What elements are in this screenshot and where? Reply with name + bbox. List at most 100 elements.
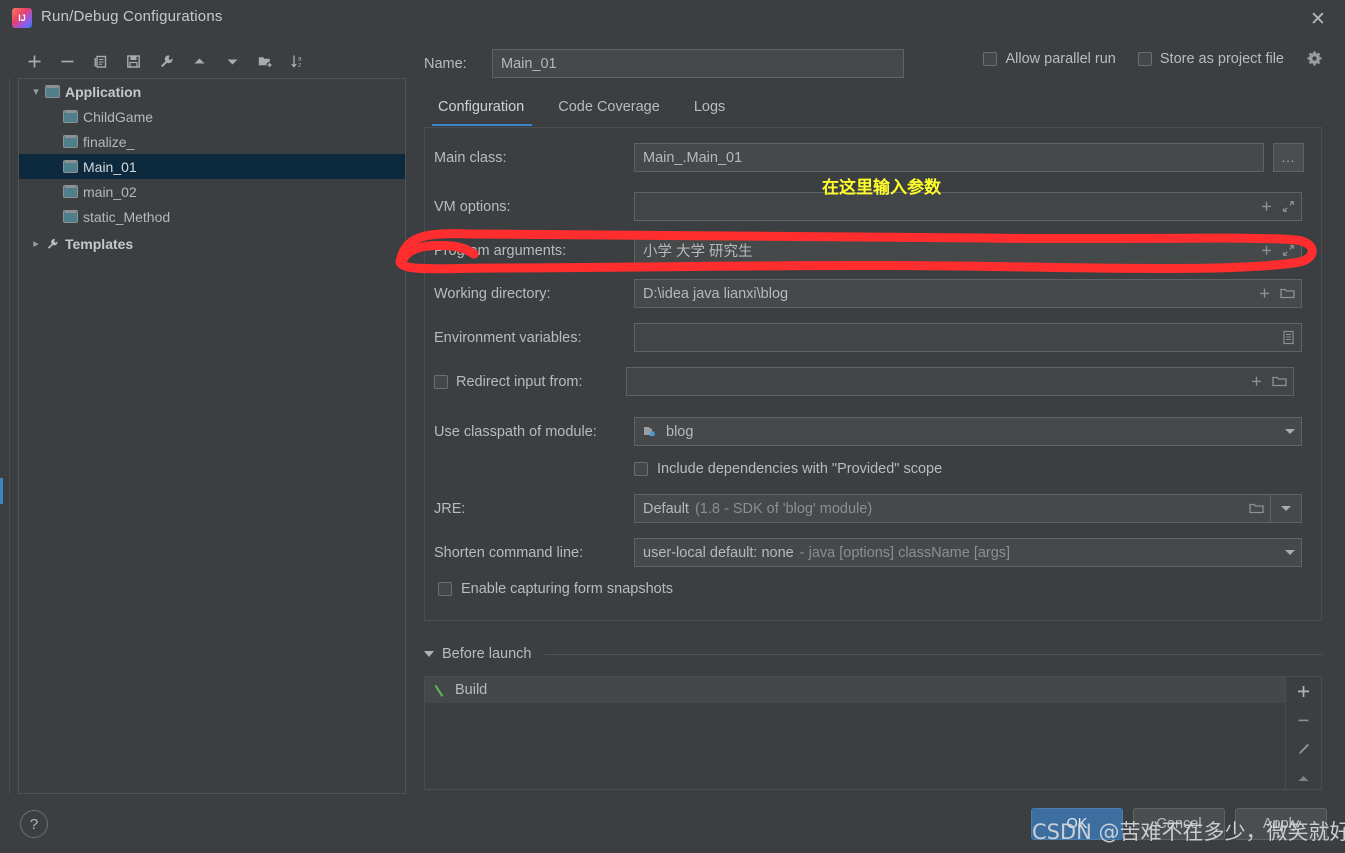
program-arguments-row: Program arguments: 小学 大学 研究生 — [434, 236, 1302, 265]
gear-icon[interactable] — [1306, 50, 1323, 67]
tree-node-finalize[interactable]: finalize_ — [19, 129, 405, 154]
new-folder-button[interactable] — [249, 47, 282, 75]
working-directory-value: D:\idea java lianxi\blog — [643, 286, 788, 302]
before-launch-header[interactable]: Before launch — [424, 646, 1322, 662]
redirect-input-checkbox[interactable]: Redirect input from: — [434, 374, 634, 390]
jre-row: JRE: Default (1.8 - SDK of 'blog' module… — [434, 494, 1302, 523]
redirect-input-field[interactable] — [626, 367, 1294, 396]
chevron-down-icon[interactable] — [1285, 550, 1295, 555]
tree-node-static-method[interactable]: static_Method — [19, 204, 405, 229]
tree-node-label: main_02 — [83, 184, 137, 200]
shorten-command-line-hint: - java [options] className [args] — [800, 545, 1010, 561]
chevron-right-icon[interactable]: ▸ — [27, 237, 45, 250]
close-icon[interactable]: ✕ — [1305, 6, 1331, 32]
working-directory-input[interactable]: D:\idea java lianxi\blog — [634, 279, 1302, 308]
plus-icon[interactable] — [1260, 244, 1273, 257]
expand-icon[interactable] — [1282, 244, 1295, 257]
include-provided-checkbox[interactable]: Include dependencies with "Provided" sco… — [634, 461, 942, 477]
checkbox-box — [1138, 52, 1152, 66]
name-label: Name: — [424, 56, 492, 72]
expand-icon[interactable] — [1282, 200, 1295, 213]
tree-node-label: Main_01 — [83, 159, 137, 175]
copy-configuration-button[interactable] — [84, 47, 117, 75]
plus-icon[interactable] — [1260, 200, 1273, 213]
tree-node-application[interactable]: ▾ Application — [19, 79, 405, 104]
vm-options-input[interactable] — [634, 192, 1302, 221]
form-snapshots-label: Enable capturing form snapshots — [461, 581, 673, 597]
allow-parallel-run-label: Allow parallel run — [1005, 51, 1115, 67]
shorten-command-line-dropdown[interactable]: user-local default: none - java [options… — [634, 538, 1302, 567]
divider — [545, 654, 1322, 655]
tree-node-label: finalize_ — [83, 134, 134, 150]
jre-input[interactable]: Default (1.8 - SDK of 'blog' module) — [634, 494, 1271, 523]
plus-icon[interactable] — [1250, 375, 1263, 388]
list-icon[interactable] — [1282, 330, 1295, 345]
edit-templates-button[interactable] — [150, 47, 183, 75]
plus-icon[interactable] — [1258, 287, 1271, 300]
main-class-value: Main_.Main_01 — [643, 150, 742, 166]
top-options: Allow parallel run Store as project file — [983, 50, 1323, 67]
tree-node-main-02[interactable]: main_02 — [19, 179, 405, 204]
chevron-down-icon[interactable] — [424, 651, 434, 657]
program-arguments-input[interactable]: 小学 大学 研究生 — [634, 236, 1302, 265]
move-task-up-button[interactable] — [1291, 769, 1317, 789]
tab-label: Logs — [694, 99, 725, 115]
before-launch-list[interactable]: Build — [424, 676, 1286, 790]
window-title: Run/Debug Configurations — [41, 8, 223, 25]
remove-task-button[interactable] — [1291, 710, 1317, 730]
main-class-browse-button[interactable]: ... — [1273, 143, 1304, 172]
build-hammer-icon — [433, 683, 447, 698]
name-input[interactable] — [492, 49, 904, 78]
application-icon — [63, 160, 78, 173]
help-button[interactable]: ? — [20, 810, 48, 838]
add-task-button[interactable] — [1291, 681, 1317, 701]
save-configuration-button[interactable] — [117, 47, 150, 75]
environment-variables-label: Environment variables: — [434, 330, 634, 346]
shorten-command-line-row: Shorten command line: user-local default… — [434, 538, 1302, 567]
tree-node-label: static_Method — [83, 209, 170, 225]
folder-icon[interactable] — [1272, 375, 1287, 388]
main-class-input[interactable]: Main_.Main_01 — [634, 143, 1264, 172]
application-icon — [63, 135, 78, 148]
environment-variables-row: Environment variables: — [434, 323, 1302, 352]
tree-node-childgame[interactable]: ChildGame — [19, 104, 405, 129]
store-as-project-file-checkbox[interactable]: Store as project file — [1138, 51, 1284, 67]
module-icon — [643, 425, 659, 439]
folder-icon[interactable] — [1249, 502, 1264, 515]
edit-task-button[interactable] — [1291, 740, 1317, 760]
environment-variables-input[interactable] — [634, 323, 1302, 352]
title-bar: IJ Run/Debug Configurations ✕ — [0, 0, 1345, 37]
store-as-project-file-label: Store as project file — [1160, 51, 1284, 67]
tab-code-coverage[interactable]: Code Coverage — [544, 95, 680, 125]
application-icon — [63, 185, 78, 198]
configurations-tree[interactable]: ▾ Application ChildGame finalize_ Main_0… — [18, 78, 406, 794]
sort-alphabetically-button[interactable]: az — [282, 47, 315, 75]
jre-dropdown-button[interactable] — [1271, 494, 1302, 523]
form-snapshots-checkbox[interactable]: Enable capturing form snapshots — [438, 581, 673, 597]
program-arguments-label: Program arguments: — [434, 243, 634, 259]
chevron-down-icon[interactable] — [1285, 429, 1295, 434]
classpath-module-row: Use classpath of module: blog — [434, 417, 1302, 446]
allow-parallel-run-checkbox[interactable]: Allow parallel run — [983, 51, 1115, 67]
tab-logs[interactable]: Logs — [680, 95, 745, 125]
intellij-idea-icon: IJ — [12, 8, 32, 28]
application-icon — [63, 210, 78, 223]
include-provided-label: Include dependencies with "Provided" sco… — [657, 461, 942, 477]
name-row: Name: — [424, 49, 904, 78]
vm-options-label: VM options: — [434, 199, 634, 215]
tree-node-templates[interactable]: ▸ Templates — [19, 231, 405, 256]
remove-configuration-button[interactable] — [51, 47, 84, 75]
classpath-module-dropdown[interactable]: blog — [634, 417, 1302, 446]
checkbox-box — [438, 582, 452, 596]
configurations-toolbar: az — [18, 46, 408, 76]
application-icon — [45, 85, 60, 98]
redirect-input-row: Redirect input from: — [434, 367, 1294, 396]
add-configuration-button[interactable] — [18, 47, 51, 75]
tree-node-main-01[interactable]: Main_01 — [19, 154, 405, 179]
move-up-button[interactable] — [183, 47, 216, 75]
before-launch-item-build[interactable]: Build — [425, 677, 1285, 703]
folder-icon[interactable] — [1280, 287, 1295, 300]
chevron-down-icon[interactable]: ▾ — [27, 85, 45, 98]
move-down-button[interactable] — [216, 47, 249, 75]
tab-configuration[interactable]: Configuration — [424, 95, 544, 125]
